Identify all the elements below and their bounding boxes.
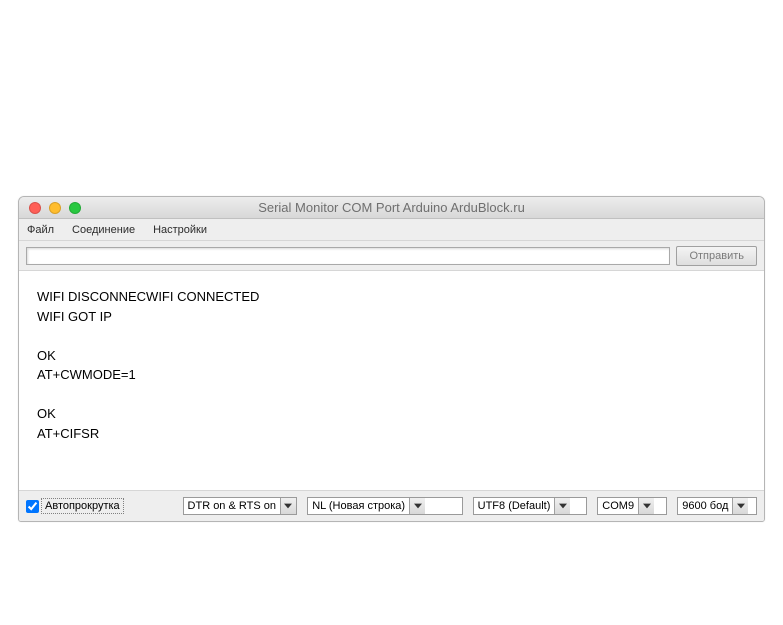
command-input[interactable] — [26, 247, 670, 265]
chevron-down-icon — [409, 498, 425, 514]
titlebar: Serial Monitor COM Port Arduino ArduBloc… — [19, 197, 764, 219]
send-button-label: Отправить — [689, 250, 744, 262]
menu-settings[interactable]: Настройки — [153, 224, 207, 236]
window-title: Serial Monitor COM Port Arduino ArduBloc… — [19, 200, 764, 215]
autoscroll-label[interactable]: Автопрокрутка — [41, 498, 124, 514]
menu-file[interactable]: Файл — [27, 224, 54, 236]
menubar: Файл Соединение Настройки — [19, 219, 764, 241]
baud-value: 9600 бод — [678, 500, 732, 512]
serial-monitor-window: Serial Monitor COM Port Arduino ArduBloc… — [18, 196, 765, 522]
port-select[interactable]: COM9 — [597, 497, 667, 515]
chevron-down-icon — [732, 498, 748, 514]
baud-select[interactable]: 9600 бод — [677, 497, 757, 515]
encoding-value: UTF8 (Default) — [474, 500, 555, 512]
send-button[interactable]: Отправить — [676, 246, 757, 266]
port-value: COM9 — [598, 500, 638, 512]
chevron-down-icon — [280, 498, 296, 514]
window-controls — [29, 202, 81, 214]
maximize-icon[interactable] — [69, 202, 81, 214]
send-row: Отправить — [19, 241, 764, 271]
dtr-rts-select[interactable]: DTR on & RTS on — [183, 497, 298, 515]
bottom-bar: Автопрокрутка DTR on & RTS on NL (Новая … — [19, 491, 764, 521]
encoding-select[interactable]: UTF8 (Default) — [473, 497, 588, 515]
dtr-rts-value: DTR on & RTS on — [184, 500, 280, 512]
console-output: WIFI DISCONNECWIFI CONNECTED WIFI GOT IP… — [19, 271, 764, 491]
line-ending-select[interactable]: NL (Новая строка) — [307, 497, 462, 515]
menu-connection[interactable]: Соединение — [72, 224, 135, 236]
autoscroll-checkbox[interactable] — [26, 500, 39, 513]
chevron-down-icon — [554, 498, 570, 514]
close-icon[interactable] — [29, 202, 41, 214]
line-ending-value: NL (Новая строка) — [308, 500, 409, 512]
minimize-icon[interactable] — [49, 202, 61, 214]
autoscroll-control: Автопрокрутка — [26, 498, 124, 514]
chevron-down-icon — [638, 498, 654, 514]
